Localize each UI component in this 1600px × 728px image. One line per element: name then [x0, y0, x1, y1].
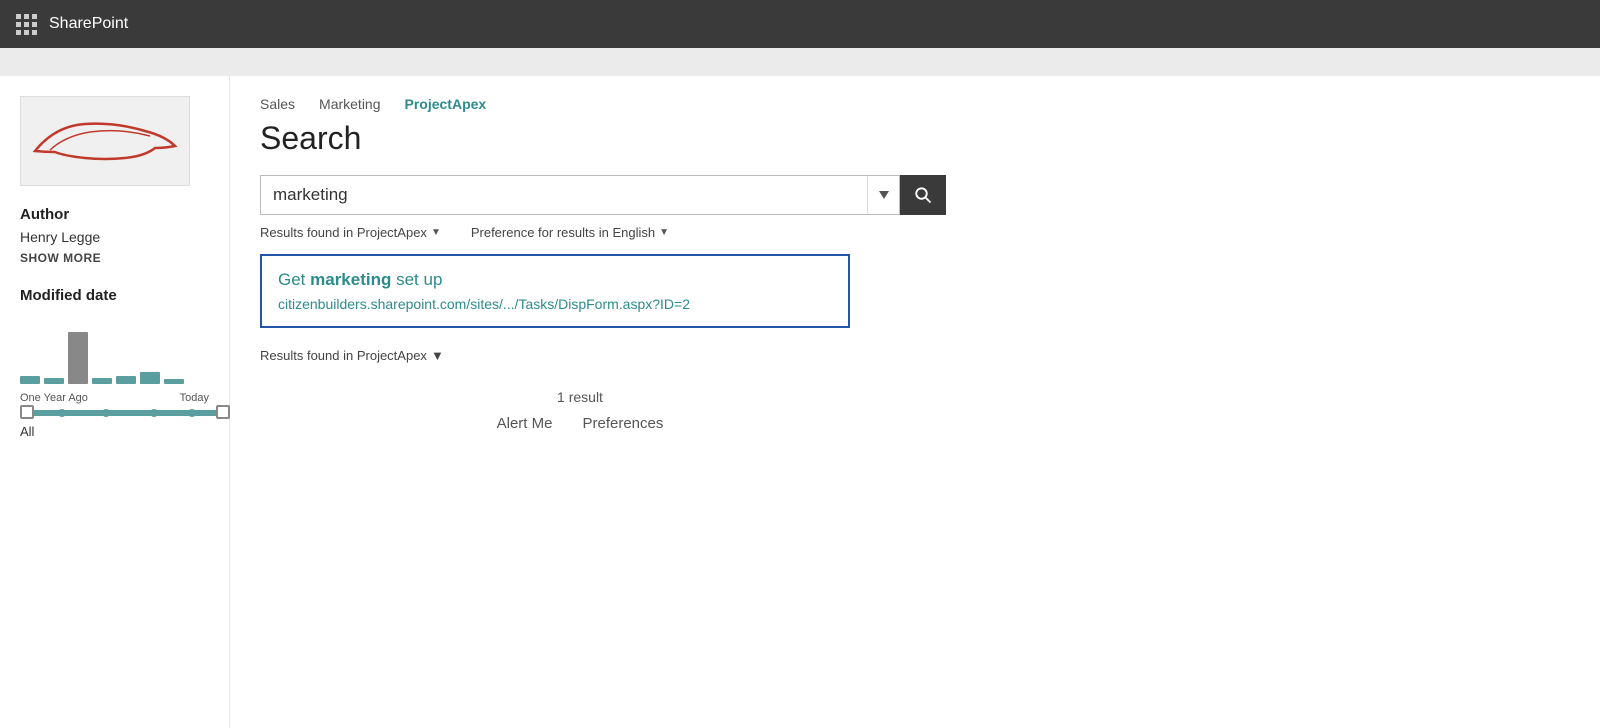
result-url[interactable]: citizenbuilders.sharepoint.com/sites/...… — [278, 296, 832, 312]
main-content: Sales Marketing ProjectApex Search — [230, 76, 1600, 728]
app-title: SharePoint — [49, 15, 128, 33]
alert-me-link[interactable]: Alert Me — [497, 415, 553, 432]
chart-bar-3 — [68, 332, 88, 384]
all-label: All — [20, 424, 209, 439]
chart-bar-6 — [140, 372, 160, 384]
scope-filter-arrow: ▼ — [431, 227, 441, 238]
chart-label-left: One Year Ago — [20, 392, 88, 404]
chevron-down-icon — [879, 191, 889, 199]
search-dropdown-button[interactable] — [867, 176, 899, 214]
author-name[interactable]: Henry Legge — [20, 229, 209, 245]
author-section-title: Author — [20, 206, 209, 223]
slider-dot-3 — [150, 409, 158, 417]
result-title: Get marketing set up — [278, 270, 832, 290]
tab-sales[interactable]: Sales — [260, 96, 295, 114]
results-footer: 1 result Alert Me Preferences — [260, 379, 900, 432]
sidebar: Author Henry Legge SHOW MORE Modified da… — [0, 76, 230, 728]
search-row — [260, 175, 1570, 215]
language-filter-label: Preference for results in English — [471, 225, 655, 240]
modified-date-title: Modified date — [20, 287, 209, 304]
show-more-button[interactable]: SHOW MORE — [20, 251, 209, 265]
modified-date-chart — [20, 314, 209, 384]
chart-bar-7 — [164, 379, 184, 384]
subheader-strip — [0, 48, 1600, 76]
results-actions: Alert Me Preferences — [260, 415, 900, 432]
slider-right-handle[interactable] — [216, 405, 230, 419]
second-results-section-label[interactable]: Results found in ProjectApex ▼ — [260, 348, 1570, 363]
search-box — [260, 175, 900, 215]
result-title-bold: marketing — [310, 270, 391, 289]
slider-dot-2 — [102, 409, 110, 417]
search-input[interactable] — [261, 177, 867, 213]
result-title-prefix: Get — [278, 270, 310, 289]
result-title-suffix: set up — [391, 270, 442, 289]
result-card[interactable]: Get marketing set up citizenbuilders.sha… — [260, 254, 850, 328]
slider-dot-4 — [188, 409, 196, 417]
second-section-arrow: ▼ — [431, 348, 444, 363]
site-logo — [20, 96, 190, 186]
breadcrumb-tabs: Sales Marketing ProjectApex — [260, 96, 1570, 114]
language-filter-arrow: ▼ — [659, 227, 669, 238]
search-icon — [914, 186, 932, 204]
chart-axis-labels: One Year Ago Today — [20, 392, 209, 404]
preferences-link[interactable]: Preferences — [582, 415, 663, 432]
tab-projectapex[interactable]: ProjectApex — [405, 96, 487, 114]
filter-row: Results found in ProjectApex ▼ Preferenc… — [260, 225, 1570, 240]
page-title: Search — [260, 120, 1570, 157]
chart-label-right: Today — [180, 392, 209, 404]
search-submit-button[interactable] — [900, 175, 946, 215]
tab-marketing[interactable]: Marketing — [319, 96, 380, 114]
chart-bar-4 — [92, 378, 112, 384]
modified-date-section: Modified date One Year Ago Today — [20, 287, 209, 439]
chart-bar-2 — [44, 378, 64, 384]
second-section-text: Results found in ProjectApex — [260, 348, 427, 363]
date-range-slider[interactable] — [20, 410, 230, 416]
app-launcher-icon[interactable] — [16, 14, 37, 35]
slider-dot-1 — [58, 409, 66, 417]
chart-bar-5 — [116, 376, 136, 384]
scope-filter-label: Results found in ProjectApex — [260, 225, 427, 240]
results-count: 1 result — [260, 389, 900, 405]
language-filter[interactable]: Preference for results in English ▼ — [471, 225, 669, 240]
main-wrapper: Author Henry Legge SHOW MORE Modified da… — [0, 76, 1600, 728]
slider-left-handle[interactable] — [20, 405, 34, 419]
chart-bar-1 — [20, 376, 40, 384]
scope-filter[interactable]: Results found in ProjectApex ▼ — [260, 225, 441, 240]
top-navigation: SharePoint — [0, 0, 1600, 48]
